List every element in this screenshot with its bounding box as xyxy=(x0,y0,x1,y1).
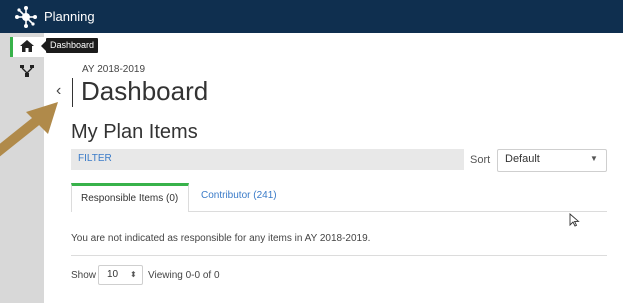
active-indicator xyxy=(10,37,13,57)
filter-button[interactable]: FILTER xyxy=(78,153,112,164)
tab-responsible-items-label[interactable]: Responsible Items (0) xyxy=(81,193,178,204)
section-title: My Plan Items xyxy=(71,121,198,143)
app-window: Planning Dashboard ‹ AY 2018-2019 Dashbo… xyxy=(0,0,623,303)
hierarchy-icon[interactable] xyxy=(20,64,34,78)
network-hub-icon[interactable] xyxy=(14,5,38,29)
list-divider xyxy=(71,255,607,256)
page-size-value: 10 xyxy=(107,269,119,280)
sort-updown-icon: ⬍ xyxy=(130,270,137,279)
pointer-arrow-annotation xyxy=(0,102,58,157)
academic-year-label: AY 2018-2019 xyxy=(82,64,146,75)
show-label: Show xyxy=(71,270,97,281)
home-icon[interactable] xyxy=(20,40,34,52)
empty-state-message: You are not indicated as responsible for… xyxy=(71,233,371,244)
sort-label: Sort xyxy=(470,154,491,166)
tooltip-dashboard: Dashboard xyxy=(46,38,99,53)
title-divider xyxy=(72,78,73,107)
filter-bar[interactable] xyxy=(71,149,464,170)
mouse-pointer-icon xyxy=(569,213,580,227)
page-title: Dashboard xyxy=(81,76,209,106)
sort-value: Default xyxy=(505,153,540,165)
pagination-status: Viewing 0-0 of 0 xyxy=(148,270,220,281)
collapse-sidebar-button[interactable]: ‹ xyxy=(56,83,66,101)
top-bar: Planning xyxy=(0,0,623,33)
tabs-divider xyxy=(189,211,607,212)
caret-down-icon: ▼ xyxy=(590,154,598,163)
app-title: Planning xyxy=(44,9,95,24)
tab-contributor[interactable]: Contributor (241) xyxy=(201,190,277,201)
